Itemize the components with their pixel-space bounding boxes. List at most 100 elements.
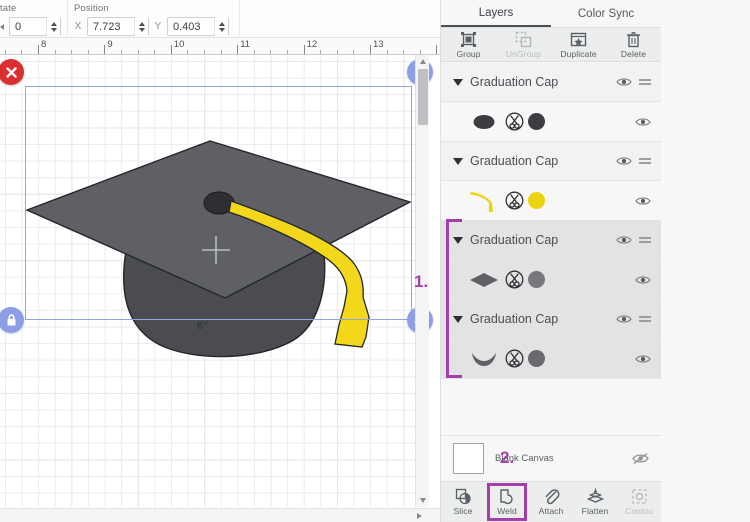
trash-icon xyxy=(627,31,640,47)
position-x-spinner[interactable] xyxy=(134,17,148,36)
ruler-tick-major xyxy=(237,45,239,54)
scissors-icon[interactable] xyxy=(505,112,524,131)
eye-icon[interactable] xyxy=(616,155,632,167)
eye-icon[interactable] xyxy=(616,313,632,325)
ruler-tick-minor xyxy=(386,50,388,54)
ruler-number: 12 xyxy=(306,39,318,50)
group-button[interactable]: Group xyxy=(441,28,496,61)
layer-list[interactable]: Graduation Cap Graduation Cap Graduation C… xyxy=(441,63,661,435)
layer-thumbnail[interactable] xyxy=(467,346,501,372)
ruler-number: 11 xyxy=(240,39,251,50)
property-bar: tate Position X xyxy=(0,0,440,38)
thumbnail-tassel xyxy=(470,191,493,212)
canvas-color-swatch[interactable] xyxy=(453,443,484,474)
drag-handle-icon[interactable] xyxy=(639,316,651,322)
chevron-down-icon[interactable] xyxy=(453,315,463,323)
ruler-tick-major xyxy=(170,45,172,54)
eye-off-icon[interactable] xyxy=(632,452,649,465)
rotate-spinner[interactable] xyxy=(46,17,60,36)
scissors-icon[interactable] xyxy=(505,349,524,368)
eye-icon[interactable] xyxy=(635,116,651,128)
layer-group-label: Graduation Cap xyxy=(470,75,559,89)
slice-button[interactable]: Slice xyxy=(441,482,485,522)
ungroup-icon xyxy=(515,31,532,47)
position-y-numbox[interactable] xyxy=(167,17,229,36)
panel-tabs: Layers Color Sync xyxy=(441,0,661,28)
duplicate-button[interactable]: Duplicate xyxy=(551,28,606,61)
layer-row[interactable] xyxy=(441,260,661,300)
eye-icon[interactable] xyxy=(635,274,651,286)
rotate-group: tate xyxy=(0,0,68,38)
scroll-right-icon[interactable] xyxy=(417,513,422,519)
layer-thumbnail[interactable] xyxy=(467,267,501,293)
position-y-label: Y xyxy=(154,21,162,32)
scissors-icon[interactable] xyxy=(505,270,524,289)
ruler-tick-minor xyxy=(287,50,288,54)
chevron-down-icon[interactable] xyxy=(453,236,463,244)
blank-canvas-row[interactable]: Blank Canvas xyxy=(441,435,661,481)
flatten-label: Flatten xyxy=(581,506,609,516)
tab-color-sync[interactable]: Color Sync xyxy=(551,0,661,27)
ruler-tick-minor xyxy=(187,50,189,54)
layer-row[interactable] xyxy=(441,339,661,379)
layer-thumbnail[interactable] xyxy=(467,109,501,135)
drag-handle-icon[interactable] xyxy=(639,79,651,85)
ruler-tick-major xyxy=(370,45,371,54)
layer-color-swatch[interactable] xyxy=(528,350,545,367)
layer-color-swatch[interactable] xyxy=(528,192,545,209)
layer-color-swatch[interactable] xyxy=(528,113,545,130)
layer-row[interactable] xyxy=(441,102,661,142)
bottom-tools-bar: Slice Weld Attach Flatten Contou xyxy=(441,481,661,522)
canvas-horizontal-scrollbar[interactable] xyxy=(0,508,440,522)
weld-button[interactable]: Weld xyxy=(485,482,529,522)
layer-group-header[interactable]: Graduation Cap xyxy=(441,142,661,181)
delete-label: Delete xyxy=(620,48,647,59)
slice-label: Slice xyxy=(453,506,473,516)
layer-row[interactable] xyxy=(441,181,661,221)
delete-button[interactable]: Delete xyxy=(606,28,661,61)
eye-icon[interactable] xyxy=(616,234,632,246)
ungroup-button[interactable]: UnGroup xyxy=(496,28,551,61)
close-icon xyxy=(5,66,17,78)
position-x-numbox[interactable] xyxy=(87,17,149,36)
tab-layers[interactable]: Layers xyxy=(441,0,551,27)
position-y-spinner[interactable] xyxy=(214,17,228,36)
cricut-design-space-window: tate Position X xyxy=(0,0,750,522)
rotate-input[interactable] xyxy=(10,18,46,35)
ruler-number: 10 xyxy=(173,39,185,50)
layer-group-header[interactable]: Graduation Cap xyxy=(441,300,661,339)
chevron-down-icon[interactable] xyxy=(453,78,463,86)
eye-icon[interactable] xyxy=(635,195,651,207)
scissors-icon[interactable] xyxy=(505,191,524,210)
position-y-input[interactable] xyxy=(168,18,214,35)
position-group: Position X Y xyxy=(68,0,240,38)
scroll-up-icon[interactable] xyxy=(420,59,426,64)
thumbnail-cap-base xyxy=(472,352,496,366)
canvas-vertical-scrollbar[interactable] xyxy=(415,55,429,507)
contour-button[interactable]: Contou xyxy=(617,482,661,522)
drag-handle-icon[interactable] xyxy=(639,158,651,164)
contour-icon xyxy=(631,489,647,504)
design-canvas[interactable]: 6" xyxy=(0,55,440,522)
layer-thumbnail[interactable] xyxy=(467,188,501,214)
chevron-down-icon[interactable] xyxy=(453,157,463,165)
drag-handle-icon[interactable] xyxy=(639,237,651,243)
layer-color-swatch[interactable] xyxy=(528,271,545,288)
contour-label: Contou xyxy=(624,506,653,516)
position-x-input[interactable] xyxy=(88,18,134,35)
scroll-down-icon[interactable] xyxy=(420,498,426,503)
attach-button[interactable]: Attach xyxy=(529,482,573,522)
vertical-scroll-thumb[interactable] xyxy=(418,69,428,125)
ruler-tick-minor xyxy=(270,50,272,54)
spin-down-icon xyxy=(50,27,57,32)
horizontal-ruler: 891011121314 xyxy=(0,38,440,55)
layer-group-header[interactable]: Graduation Cap xyxy=(441,221,661,260)
layer-group-label: Graduation Cap xyxy=(470,312,559,326)
slice-icon xyxy=(455,488,471,505)
ruler-tick-minor xyxy=(419,50,421,54)
eye-icon[interactable] xyxy=(616,76,632,88)
layer-group-header[interactable]: Graduation Cap xyxy=(441,63,661,102)
eye-icon[interactable] xyxy=(635,353,651,365)
rotate-numbox[interactable] xyxy=(9,17,61,36)
flatten-button[interactable]: Flatten xyxy=(573,482,617,522)
